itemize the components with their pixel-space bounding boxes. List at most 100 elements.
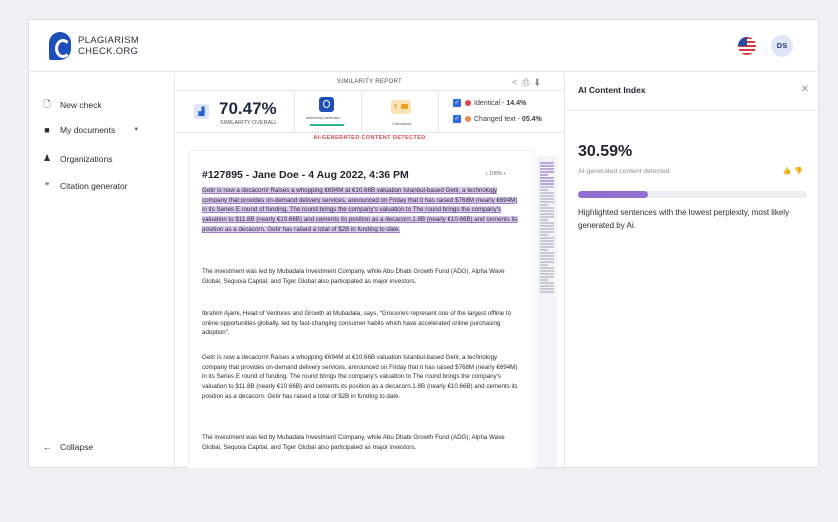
us-flag-icon[interactable] [738,37,756,55]
zoom-value: 100% [489,171,502,177]
sidebar-item-label: Organizations [60,153,113,164]
logo-line-2: CHECK.ORG [78,46,139,57]
chart-icon: ▟ [194,104,209,119]
document-minimap[interactable] [537,156,557,467]
logo-line-1: PLAGIARISM [78,35,140,46]
report-panel: SIMILARITY REPORT <⎙⬇ ▟ 70.47% SIMILARIT… [176,73,563,468]
minimap-line [540,252,554,254]
minimap-line [540,225,554,227]
paragraph: The investment was led by Mubadala Inves… [202,268,505,285]
minimap-line [540,162,554,164]
sidebar-item-my-documents[interactable]: ■ My documents ▼ [40,125,139,135]
ai-highlighted-text[interactable]: Getir is now a decacorn! Raises a whoppi… [202,187,518,233]
minimap-line [540,195,554,197]
minimap-line [540,279,548,281]
quote-icon: ” [44,181,50,191]
minimap-line [540,246,554,248]
changed-label: Changed text - [474,115,520,123]
changed-value: 05.4% [521,115,542,123]
identical-value: 14.4% [506,99,527,107]
sidebar-item-organizations[interactable]: ♟ Organizations [40,153,113,164]
divider [438,92,439,133]
share-icon[interactable]: < [512,77,522,87]
sidebar-item-label: New check [60,100,102,110]
collapse-button[interactable]: ← Collapse [40,442,94,452]
print-icon[interactable]: ⎙ [522,77,534,87]
ai-progress-bar [578,191,807,198]
ai-percent: 30.59% [578,143,633,160]
minimap-line [540,168,554,170]
minimap-line [540,240,554,242]
chevron-down-icon[interactable]: ▼ [133,127,139,133]
ai-panel-header: AI Content Index ✕ [565,73,821,111]
paragraph: Ibrahim Ajami, Head of Ventures and Grow… [202,310,512,337]
identical-dot [465,100,471,106]
minimap-line [540,234,548,236]
chevron-down-icon: ▾ [503,171,506,177]
collapse-label: Collapse [60,442,94,452]
thumbs-down-icon[interactable]: 👎 [794,168,806,175]
stats-bar: ▟ 70.47% SIMILARITY OVERALL Authorship v… [176,92,563,133]
identical-toggle[interactable]: ✓ Identical - 14.4% [453,99,526,107]
minimap-line [540,186,554,188]
sidebar-item-citation-generator[interactable]: ” Citation generator [40,181,128,191]
app-window: PLAGIARISM CHECK.ORG DS 🗋 New check ■ My… [28,19,821,468]
ai-subtitle: AI-generated content detected [578,168,670,175]
ai-panel-title: AI Content Index [578,85,646,95]
minimap-line [540,276,554,278]
thumbs-up-icon[interactable]: 👍 [783,168,795,175]
changed-dot [465,116,471,122]
people-icon: ♟ [42,153,52,163]
arrow-left-icon: ← [42,442,52,452]
ai-description: Highlighted sentences with the lowest pe… [578,208,790,230]
minimap-line [540,288,554,290]
minimap-line [540,171,554,173]
minimap-line [540,183,554,185]
minimap-line [540,174,548,176]
similarity-label: SIMILARITY OVERALL [220,120,278,126]
minimap-line [540,216,554,218]
comments-count: 3 [394,104,397,110]
comments-button[interactable]: 3 [391,100,411,114]
minimap-line [540,213,554,215]
changed-toggle[interactable]: ✓ Changed text - 05.4% [453,115,542,123]
minimap-line [540,285,554,287]
minimap-line [540,255,554,257]
authorship-bar [310,124,344,126]
document-viewer[interactable]: #127895 - Jane Doe - 4 Aug 2022, 4:36 PM… [189,151,534,468]
sidebar-item-new-check[interactable]: 🗋 New check [40,97,102,113]
ai-progress-fill [578,191,649,198]
minimap-line [540,201,554,203]
zoom-control[interactable]: ⌕ 100% ▾ [485,171,506,177]
minimap-line [540,267,554,269]
ai-detected-tag: AI-GENERATED CONTENT DETECTED [313,135,426,141]
minimap-line [540,249,548,251]
minimap-line [540,282,554,284]
paragraph: Getir is now a decacorn! Raises a whoppi… [202,186,518,235]
minimap-line [540,291,554,293]
minimap-line [540,210,554,212]
download-icon[interactable]: ⬇ [534,77,545,87]
similarity-value: 70.47% [219,99,277,118]
authorship-label: Authorship verification [306,116,341,120]
checkbox-checked-icon[interactable]: ✓ [453,99,461,107]
minimap-line [540,258,554,260]
report-header: SIMILARITY REPORT <⎙⬇ [176,73,563,91]
close-icon[interactable]: ✕ [801,84,809,95]
checkbox-checked-icon[interactable]: ✓ [453,115,461,123]
minimap-line [540,189,548,191]
brand-logo[interactable]: PLAGIARISM CHECK.ORG [49,32,139,60]
sidebar-item-label: Citation generator [60,181,128,191]
divider [361,92,362,133]
minimap-line [540,198,554,200]
sidebar: 🗋 New check ■ My documents ▼ ♟ Organizat… [29,73,175,468]
user-avatar[interactable]: DS [771,35,793,57]
identical-label: Identical - [474,99,505,107]
minimap-line [540,270,554,272]
paragraph: The investment was led by Mubadala Inves… [202,434,505,451]
report-title: SIMILARITY REPORT [337,79,402,85]
minimap-line [540,165,554,167]
authorship-icon[interactable] [319,97,334,112]
paragraph: Getir is now a decacorn! Raises a whoppi… [202,354,518,400]
minimap-line [540,192,554,194]
